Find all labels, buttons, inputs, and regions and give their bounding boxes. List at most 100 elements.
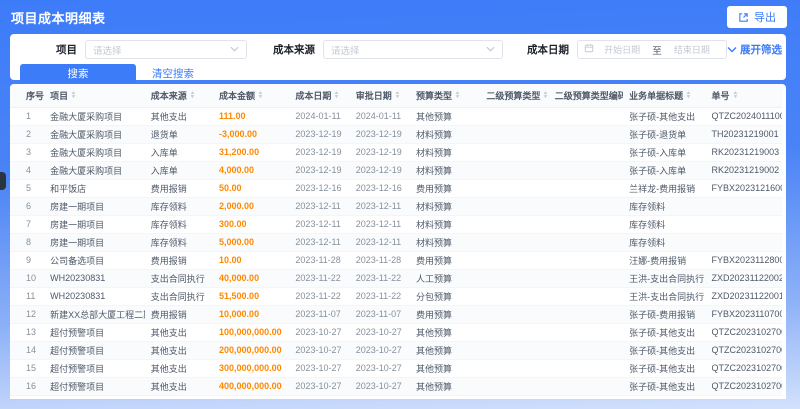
table-cell: 50.00	[213, 179, 290, 198]
column-header-8[interactable]: 二级预算类型 ▲ ▼	[480, 84, 549, 108]
column-header-2[interactable]: 项目 ▲ ▼	[44, 84, 145, 108]
table-cell: 2023-10-27	[289, 395, 350, 399]
table-cell: 2023-10-27	[349, 395, 411, 399]
table-cell: 10	[10, 269, 45, 288]
sort-icon: ▲ ▼	[394, 90, 401, 101]
table-cell: 1	[10, 107, 45, 126]
table-cell: 其他预算	[410, 377, 481, 396]
chevron-down-icon	[727, 44, 737, 56]
sort-icon: ▲ ▼	[70, 90, 77, 101]
chevron-down-icon	[486, 44, 495, 55]
table-cell	[548, 377, 624, 396]
column-label: 序号	[26, 90, 45, 101]
table-cell: 2,000.00	[213, 197, 290, 216]
table-cell: 费用报销	[144, 305, 214, 324]
table-cell: 2023-12-19	[289, 143, 350, 162]
table-cell: 51,500.00	[213, 287, 290, 306]
column-header-6[interactable]: 审批日期 ▲ ▼	[349, 84, 411, 108]
table-cell: 房建一期项目	[44, 215, 145, 234]
table-cell	[480, 143, 549, 162]
cost-source-select[interactable]: 请选择	[323, 40, 503, 59]
table-cell: 2023-11-22	[349, 287, 411, 306]
table-cell: 其他支出	[144, 359, 214, 378]
table-cell: 4	[10, 161, 45, 180]
export-label: 导出	[754, 12, 776, 24]
table-cell: 房建一期项目	[44, 197, 145, 216]
column-header-1: 序号	[10, 84, 45, 108]
clear-search-link[interactable]: 清空搜索	[152, 66, 194, 81]
table-cell: 超付预警项目	[44, 323, 145, 342]
drawer-handle[interactable]	[0, 172, 6, 190]
table-cell	[480, 179, 549, 198]
top-bar: 项目成本明细表 导出	[0, 0, 800, 34]
table-cell: 2023-11-07	[289, 305, 350, 324]
table-cell: 材料预算	[410, 197, 481, 216]
table-cell	[548, 395, 624, 399]
table-cell: ZXD20231122001	[705, 287, 782, 306]
cost-date-filter-label: 成本日期	[527, 44, 569, 56]
column-label: 成本来源	[150, 90, 187, 101]
table-cell: 2023-11-28	[349, 251, 411, 270]
table-cell: 其他预算	[410, 341, 481, 360]
table-cell	[548, 179, 624, 198]
table-cell: -3,000.00	[213, 125, 290, 144]
table-cell	[548, 269, 624, 288]
table-cell: 2023-12-11	[349, 215, 411, 234]
filter-panel: 项目 请选择 成本来源 请选择 成本日期 开始日期 至 结束日期 展开筛选 搜索…	[10, 34, 786, 83]
table-cell: 200,000,000.00	[213, 341, 290, 360]
column-header-4[interactable]: 成本金额 ▲ ▼	[213, 84, 290, 108]
search-button[interactable]: 搜索	[20, 64, 136, 83]
table-cell: 张子硕-其他支出	[623, 341, 706, 360]
export-button[interactable]: 导出	[727, 6, 787, 28]
column-label: 二级预算类型编码	[554, 90, 624, 101]
table-cell: 新建XX总部大厦工程二期	[44, 305, 145, 324]
expand-filter-link[interactable]: 展开筛选	[727, 42, 782, 57]
column-header-3[interactable]: 成本来源 ▲ ▼	[144, 84, 214, 108]
table-row: 2 金融大厦采购项目 退货单 -3,000.00 2023-12-19 2023-12-1…	[10, 125, 782, 144]
table-cell: 王洪-支出合同执行	[623, 269, 706, 288]
table-cell	[548, 305, 624, 324]
table-row: 15 超付预警项目 其他支出 300,000,000.00 2023-10-27 2023…	[10, 359, 782, 378]
table-cell	[480, 161, 549, 180]
table-cell: 费用预算	[410, 179, 481, 198]
table-cell: RK20231219002	[705, 161, 782, 180]
column-header-5[interactable]: 成本日期 ▲ ▼	[289, 84, 350, 108]
column-header-11[interactable]: 单号 ▲ ▼	[705, 84, 782, 108]
table-cell: 其他预算	[410, 323, 481, 342]
column-label: 成本日期	[295, 90, 332, 101]
table-row: 10 WH20230831 支出合同执行 40,000.00 2023-11-22 202…	[10, 269, 782, 288]
table-cell	[480, 125, 549, 144]
cost-source-filter-label: 成本来源	[273, 44, 315, 56]
sort-icon: ▲ ▼	[685, 90, 692, 101]
column-header-10[interactable]: 业务单据标题 ▲ ▼	[623, 84, 706, 108]
column-label: 单号	[711, 90, 730, 101]
column-label: 业务单据标题	[629, 90, 684, 101]
table-cell: 超付预警项目	[44, 341, 145, 360]
table-cell: 其他支出	[144, 341, 214, 360]
table-cell: 库存领料	[144, 215, 214, 234]
table-cell: 15	[10, 359, 45, 378]
table-cell: 11	[10, 287, 45, 306]
column-header-9[interactable]: 二级预算类型编码▲▼	[548, 84, 624, 108]
column-label: 项目	[50, 90, 69, 101]
sort-icon: ▲ ▼	[257, 90, 264, 101]
table-cell: 2023-12-11	[289, 197, 350, 216]
project-select[interactable]: 请选择	[85, 40, 247, 59]
table-cell: 支出合同执行	[144, 287, 214, 306]
table-row: 14 超付预警项目 其他支出 200,000,000.00 2023-10-27 2023…	[10, 341, 782, 360]
sort-icon: ▲ ▼	[333, 90, 341, 101]
table-cell: 库存领料	[623, 215, 706, 234]
column-header-7[interactable]: 预算类型 ▲ ▼	[410, 84, 481, 108]
table-cell	[480, 287, 549, 306]
table-row: 12 新建XX总部大厦工程二期 费用报销 10,000.00 2023-11-07 202…	[10, 305, 782, 324]
sort-icon: ▲ ▼	[188, 90, 196, 101]
table-cell: 其他预算	[410, 107, 481, 126]
table-cell: 2023-10-27	[289, 377, 350, 396]
table-cell	[548, 161, 624, 180]
table-cell: 2023-10-27	[349, 323, 411, 342]
table-cell: 张子硕-其他支出	[623, 323, 706, 342]
table-cell: 费用报销	[144, 179, 214, 198]
table-cell: 2023-12-19	[289, 161, 350, 180]
sort-icon: ▲ ▼	[454, 90, 461, 101]
cost-date-range-input[interactable]: 开始日期 至 结束日期	[577, 40, 727, 59]
